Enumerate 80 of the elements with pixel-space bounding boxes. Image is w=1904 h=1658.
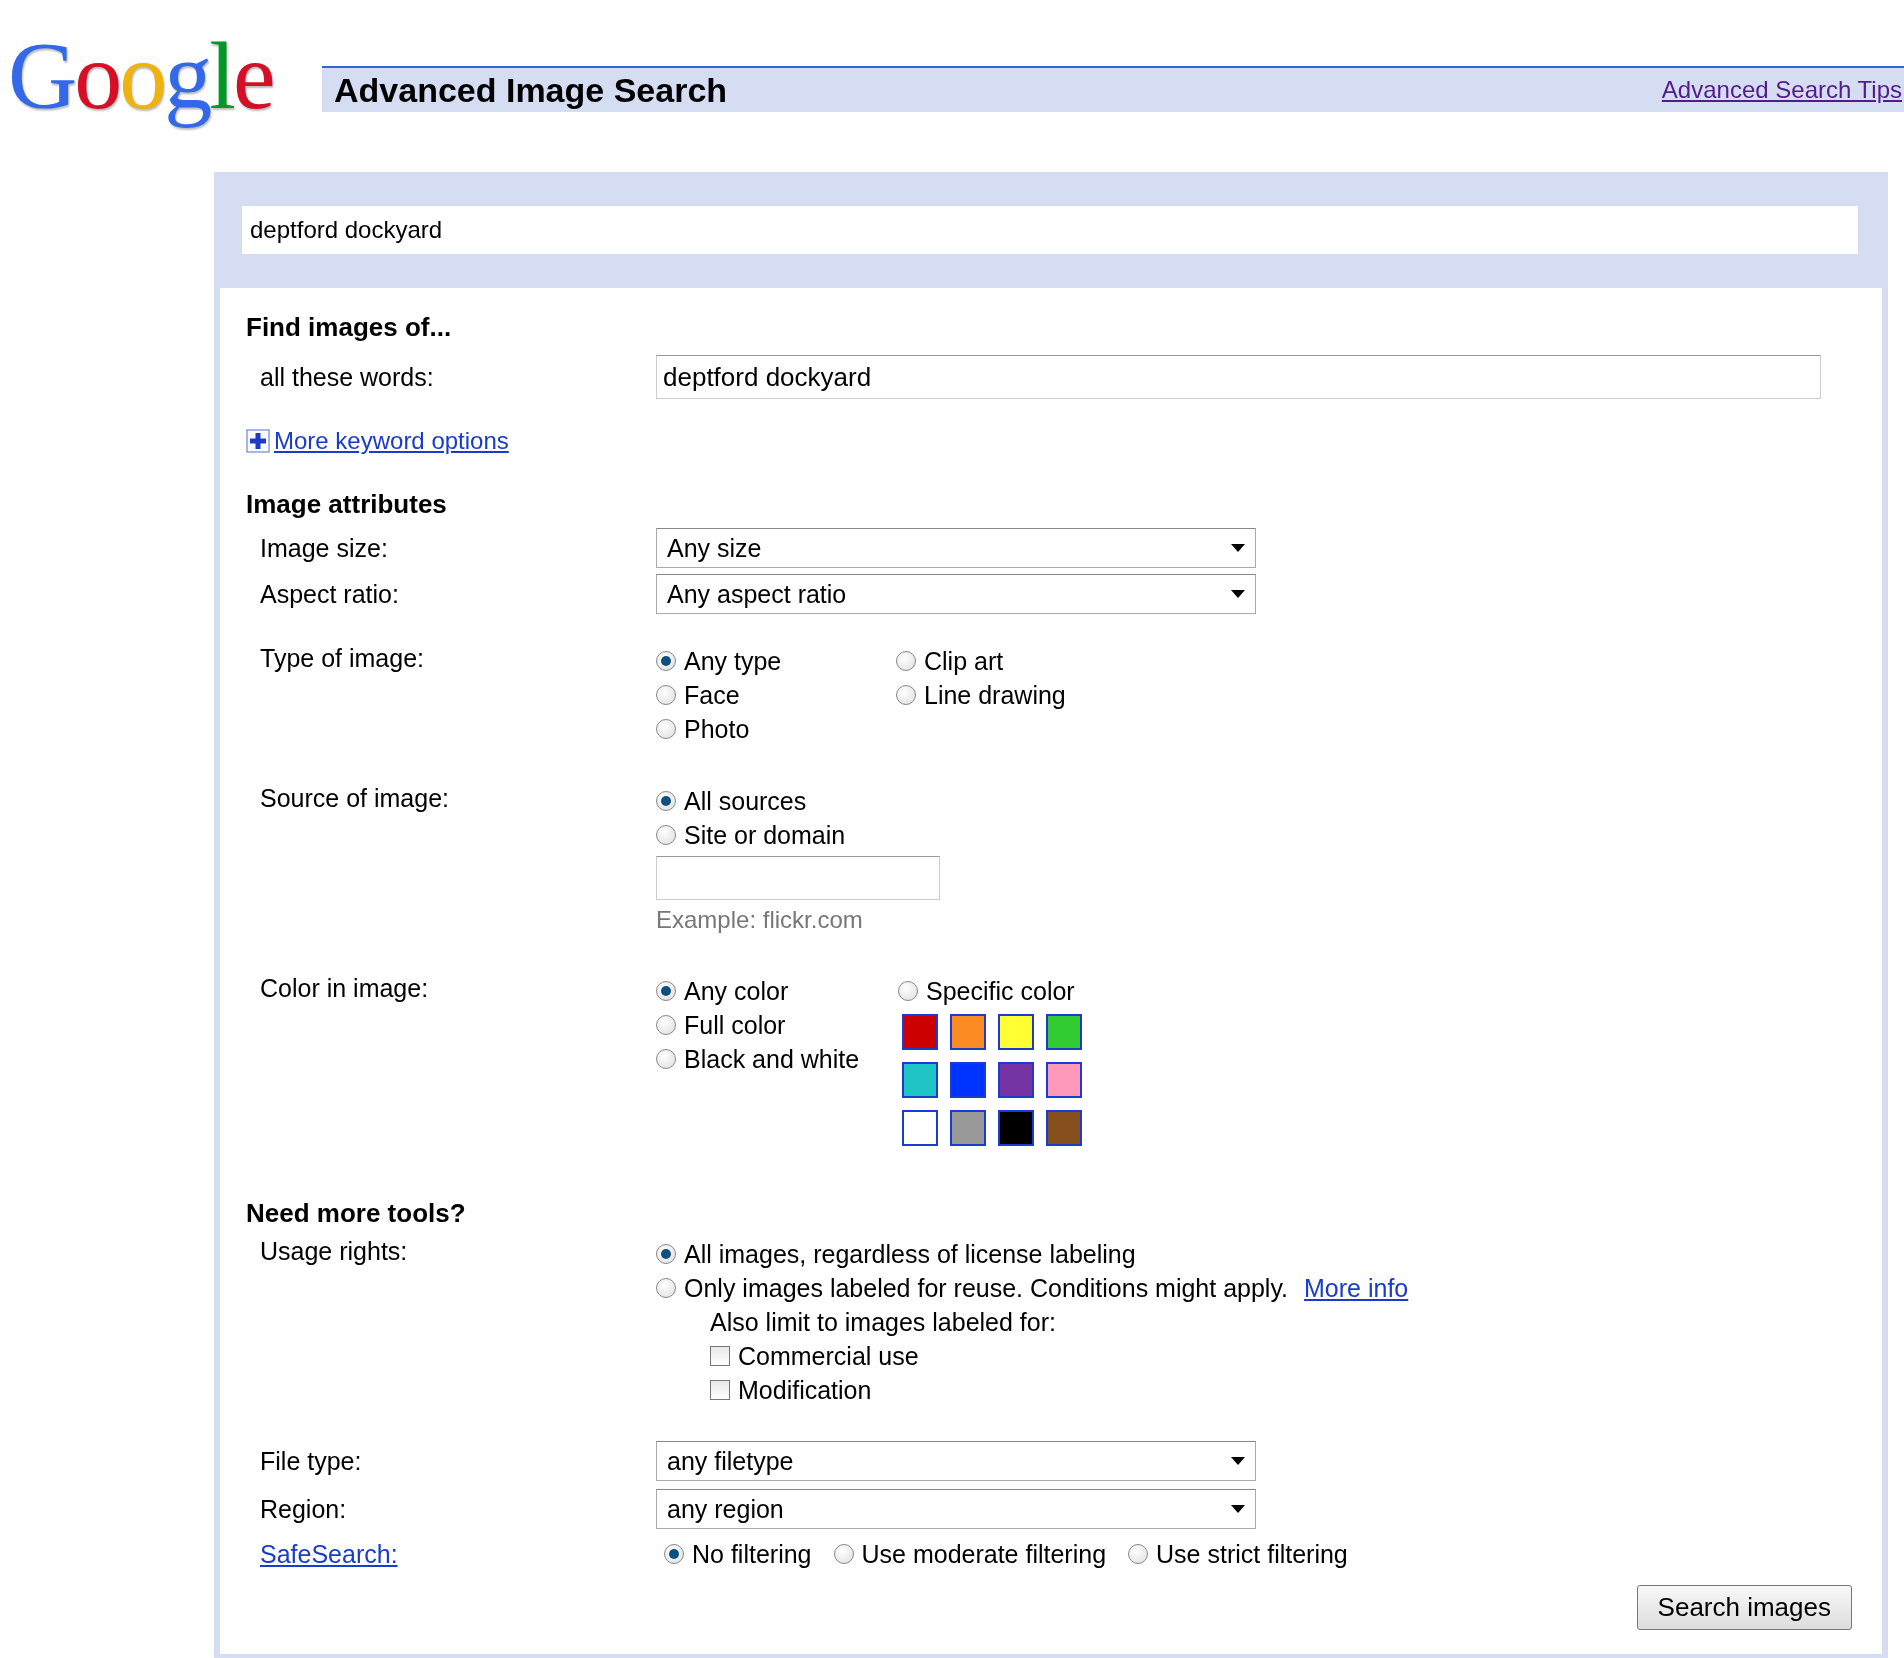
radio-button[interactable] <box>656 1015 676 1035</box>
radio-option[interactable]: Any type <box>656 644 896 678</box>
page-title: Advanced Image Search <box>334 70 728 110</box>
radio-option[interactable]: Face <box>656 678 896 712</box>
radio-option[interactable]: Use strict filtering <box>1128 1537 1348 1571</box>
radio-button[interactable] <box>898 981 918 1001</box>
radio-option[interactable]: Clip art <box>896 644 1136 678</box>
radio-option[interactable]: Photo <box>656 712 896 746</box>
radio-button[interactable] <box>656 791 676 811</box>
caret-icon <box>1231 1505 1245 1513</box>
color-swatch[interactable] <box>998 1014 1034 1050</box>
radio-button[interactable] <box>833 1544 854 1564</box>
radio-option[interactable]: Full color <box>656 1008 898 1042</box>
limit-text: Also limit to images labeled for: <box>710 1307 1056 1337</box>
more-info-link[interactable]: More info <box>1304 1273 1409 1303</box>
section-heading: Need more tools? <box>246 1198 467 1229</box>
field-label: Region: <box>259 1494 348 1524</box>
radio-option[interactable]: Specific color <box>898 974 1082 1008</box>
radio-option[interactable]: All sources <box>656 784 956 818</box>
color-swatch[interactable] <box>950 1014 986 1050</box>
radio-button[interactable] <box>656 825 676 845</box>
tips-link[interactable]: Advanced Search Tips <box>1661 76 1902 104</box>
example-hint: Example: flickr.com <box>656 906 864 934</box>
field-label: Image size: <box>259 533 389 563</box>
search-field[interactable]: deptford dockyard <box>242 206 1858 254</box>
radio-option[interactable]: All images, regardless of license labeling <box>656 1237 1852 1271</box>
search-button[interactable]: Search images <box>1636 1585 1852 1630</box>
field-label: Color in image: <box>259 974 430 1003</box>
domain-field[interactable] <box>656 856 940 900</box>
words-field[interactable]: deptford dockyard <box>656 355 1821 399</box>
section-heading: Find images of... <box>246 312 453 343</box>
radio-button[interactable] <box>656 1278 676 1298</box>
more-keyword-link[interactable]: More keyword options <box>274 427 509 455</box>
radio-button[interactable] <box>656 1244 676 1264</box>
radio-option[interactable]: Any color <box>656 974 898 1008</box>
color-swatch[interactable] <box>998 1110 1034 1146</box>
section-heading: Image attributes <box>246 489 448 520</box>
caret-icon <box>1231 1457 1245 1465</box>
caret-icon <box>1231 544 1245 552</box>
radio-option[interactable]: Black and white <box>656 1042 898 1076</box>
dropdown[interactable]: Any aspect ratio <box>656 574 1256 614</box>
field-label: File type: <box>259 1446 363 1476</box>
radio-option[interactable]: Use moderate filtering <box>833 1537 1107 1571</box>
field-label: Aspect ratio: <box>259 579 400 609</box>
safesearch-link[interactable]: SafeSearch: <box>260 1539 398 1568</box>
radio-button[interactable] <box>664 1544 684 1564</box>
radio-option[interactable]: Site or domain <box>656 818 956 852</box>
color-swatch[interactable] <box>1046 1014 1082 1050</box>
dropdown[interactable]: any filetype <box>656 1441 1256 1481</box>
field-label: Usage rights: <box>259 1237 409 1266</box>
checkbox[interactable] <box>710 1346 730 1366</box>
field-label: Type of image: <box>259 644 425 673</box>
checkbox-option[interactable]: Commercial use <box>710 1339 1852 1373</box>
color-swatch[interactable] <box>998 1062 1034 1098</box>
radio-button[interactable] <box>656 981 676 1001</box>
color-swatch[interactable] <box>1046 1062 1082 1098</box>
color-swatch[interactable] <box>950 1062 986 1098</box>
radio-option[interactable]: Only images labeled for reuse. Conditions might apply. <box>656 1271 1289 1305</box>
color-swatch[interactable] <box>902 1014 938 1050</box>
radio-button[interactable] <box>896 651 916 671</box>
radio-button[interactable] <box>896 685 916 705</box>
plus-icon[interactable] <box>246 429 270 453</box>
radio-button[interactable] <box>656 719 676 739</box>
radio-button[interactable] <box>1128 1544 1149 1564</box>
radio-option[interactable]: No filtering <box>664 1537 812 1571</box>
radio-button[interactable] <box>656 685 676 705</box>
color-swatch[interactable] <box>1046 1110 1082 1146</box>
radio-option[interactable]: Line drawing <box>896 678 1136 712</box>
dropdown[interactable]: any region <box>656 1489 1256 1529</box>
radio-button[interactable] <box>656 651 676 671</box>
field-label: all these words: <box>259 362 435 392</box>
color-swatch[interactable] <box>950 1110 986 1146</box>
radio-button[interactable] <box>656 1049 676 1069</box>
caret-icon <box>1231 590 1245 598</box>
checkbox[interactable] <box>710 1380 730 1400</box>
checkbox-option[interactable]: Modification <box>710 1373 1852 1407</box>
field-label: Source of image: <box>259 784 450 813</box>
color-swatch[interactable] <box>902 1062 938 1098</box>
color-swatch[interactable] <box>902 1110 938 1146</box>
dropdown[interactable]: Any size <box>656 528 1256 568</box>
